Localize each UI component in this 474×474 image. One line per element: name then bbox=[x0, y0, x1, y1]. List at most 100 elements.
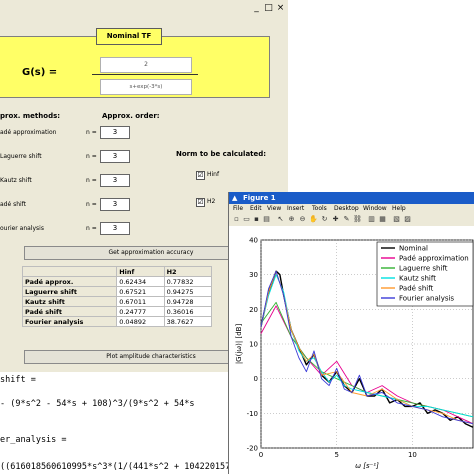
matlab-logo-icon: ▲ bbox=[232, 194, 238, 202]
table-cell[interactable]: 0.94728 bbox=[163, 296, 213, 307]
n-label: n = bbox=[86, 153, 97, 160]
data-cursor-icon[interactable]: ✚ bbox=[331, 215, 340, 224]
fraction-line bbox=[92, 74, 198, 75]
method-label-pade: adé approximation bbox=[0, 129, 57, 136]
y-tick-label: 0 bbox=[254, 375, 258, 383]
figure-canvas[interactable]: -20 -10 0 10 20 30 40 0 5 10 ω [s⁻¹] |G(jω)| [dB] No… bbox=[229, 226, 474, 474]
menu-help[interactable]: Help bbox=[392, 204, 406, 214]
close-button[interactable]: × bbox=[275, 3, 286, 13]
table-header-row: Hinf H2 bbox=[21, 266, 213, 277]
gui-titlebar: _ □ × bbox=[0, 0, 288, 16]
figure-titlebar[interactable]: ▲ Figure 1 bbox=[229, 192, 474, 204]
magnitude-chart[interactable]: -20 -10 0 10 20 30 40 0 5 10 ω [s⁻¹] |G(jω)| [dB] No… bbox=[229, 226, 474, 474]
zoom-in-icon[interactable]: ⊕ bbox=[287, 215, 296, 224]
method-label-laguerre: Laguerre shift bbox=[0, 153, 42, 160]
menu-file[interactable]: File bbox=[233, 204, 243, 214]
order-input-pade[interactable]: 3 bbox=[100, 126, 130, 139]
figure-toolbar: ▫ ▭ ▪ ▤ ↖ ⊕ ⊖ ✋ ↻ ✚ ✎ ⛓ ▥ ▦ ▧ ▨ bbox=[229, 214, 474, 226]
y-tick-label: -20 bbox=[247, 445, 258, 453]
menu-view[interactable]: View bbox=[267, 204, 281, 214]
tf-panel-title: Nominal TF bbox=[96, 28, 162, 45]
pointer-icon[interactable]: ↖ bbox=[276, 215, 285, 224]
rotate-icon[interactable]: ↻ bbox=[320, 215, 329, 224]
table-cell[interactable]: 0.77832 bbox=[163, 276, 213, 287]
norm-header: Norm to be calculated: bbox=[176, 150, 267, 158]
menu-desktop[interactable]: Desktop bbox=[334, 204, 359, 214]
table-cell[interactable]: 0.04892 bbox=[116, 316, 165, 327]
order-input-fourier[interactable]: 3 bbox=[100, 222, 130, 235]
figure-window: ▲ Figure 1 File Edit View Insert Tools D… bbox=[228, 192, 474, 474]
open-icon[interactable]: ▭ bbox=[242, 215, 251, 224]
menu-window[interactable]: Window bbox=[363, 204, 387, 214]
cmd-line: er_analysis = bbox=[0, 435, 67, 445]
legend-entry: Kautz shift bbox=[399, 275, 436, 283]
table-row: Padé shift 0.24777 0.36016 bbox=[21, 306, 213, 317]
method-label-pade-shift: adé shift bbox=[0, 201, 27, 208]
table-header-cell: Hinf bbox=[116, 266, 165, 277]
n-label: n = bbox=[86, 225, 97, 232]
denominator-input[interactable]: s+exp(-3*s) bbox=[100, 79, 192, 95]
methods-header: prox. methods: bbox=[0, 112, 61, 120]
legend-entry: Fourier analysis bbox=[399, 295, 454, 303]
n-label: n = bbox=[86, 201, 97, 208]
print-icon[interactable]: ▤ bbox=[262, 215, 271, 224]
table-header-cell bbox=[21, 266, 118, 277]
legend-entry: Padé shift bbox=[399, 285, 434, 293]
colorbar-icon[interactable]: ▥ bbox=[367, 215, 376, 224]
maximize-button[interactable]: □ bbox=[263, 3, 274, 13]
plot-tools-icon[interactable]: ▨ bbox=[403, 215, 412, 224]
h2-label: H2 bbox=[207, 198, 216, 205]
row-label: Padé shift bbox=[21, 306, 118, 317]
save-icon[interactable]: ▪ bbox=[252, 215, 261, 224]
cmd-line: shift = bbox=[0, 375, 36, 385]
table-cell[interactable]: 0.67011 bbox=[116, 296, 165, 307]
table-cell[interactable]: 0.67521 bbox=[116, 286, 165, 297]
numerator-input[interactable]: 2 bbox=[100, 57, 192, 73]
table-cell[interactable]: 0.62434 bbox=[116, 276, 165, 287]
legend-entry: Laguerre shift bbox=[399, 265, 448, 273]
n-label: n = bbox=[86, 177, 97, 184]
menu-tools[interactable]: Tools bbox=[312, 204, 327, 214]
x-tick-label: 5 bbox=[334, 451, 338, 459]
grid-icon[interactable]: ▧ bbox=[392, 215, 401, 224]
table-row: Kautz shift 0.67011 0.94728 bbox=[21, 296, 213, 307]
y-tick-label: 20 bbox=[249, 306, 258, 314]
link-icon[interactable]: ⛓ bbox=[353, 215, 362, 224]
gs-label: G(s) = bbox=[22, 67, 58, 78]
row-label: Laguerre shift bbox=[21, 286, 118, 297]
x-tick-label: 10 bbox=[408, 451, 417, 459]
y-tick-label: 30 bbox=[249, 271, 258, 279]
y-tick-label: 10 bbox=[249, 341, 258, 349]
x-axis-label: ω [s⁻¹] bbox=[355, 462, 379, 470]
table-cell[interactable]: 0.24777 bbox=[116, 306, 165, 317]
minimize-button[interactable]: _ bbox=[251, 3, 262, 13]
y-tick-label: -10 bbox=[247, 410, 258, 418]
hinf-checkbox[interactable]: ☑ bbox=[196, 171, 205, 180]
order-input-laguerre[interactable]: 3 bbox=[100, 150, 130, 163]
hinf-label: Hinf bbox=[207, 171, 220, 178]
order-header: Approx. order: bbox=[102, 112, 160, 120]
menu-edit[interactable]: Edit bbox=[250, 204, 262, 214]
table-cell[interactable]: 38.7627 bbox=[163, 316, 213, 327]
h2-checkbox[interactable]: ☑ bbox=[196, 198, 205, 207]
legend-entry: Padé approximation bbox=[399, 255, 469, 263]
table-header-cell: H2 bbox=[163, 266, 213, 277]
table-cell[interactable]: 0.36016 bbox=[163, 306, 213, 317]
menu-insert[interactable]: Insert bbox=[287, 204, 304, 214]
row-label: Fourier analysis bbox=[21, 316, 118, 327]
cmd-line: - (9*s^2 - 54*s + 108)^3/(9*s^2 + 54*s bbox=[0, 399, 195, 409]
new-icon[interactable]: ▫ bbox=[232, 215, 241, 224]
brush-icon[interactable]: ✎ bbox=[342, 215, 351, 224]
legend-icon[interactable]: ▦ bbox=[378, 215, 387, 224]
order-input-kautz[interactable]: 3 bbox=[100, 174, 130, 187]
pan-icon[interactable]: ✋ bbox=[309, 215, 318, 224]
table-row: Laguerre shift 0.67521 0.94275 bbox=[21, 286, 213, 297]
method-label-kautz: Kautz shift bbox=[0, 177, 32, 184]
figure-menubar: File Edit View Insert Tools Desktop Wind… bbox=[229, 204, 474, 214]
zoom-out-icon[interactable]: ⊖ bbox=[298, 215, 307, 224]
table-row: Padé approx. 0.62434 0.77832 bbox=[21, 276, 213, 287]
table-cell[interactable]: 0.94275 bbox=[163, 286, 213, 297]
table-row: Fourier analysis 0.04892 38.7627 bbox=[21, 316, 213, 327]
legend-entry: Nominal bbox=[399, 245, 428, 253]
order-input-pade-shift[interactable]: 3 bbox=[100, 198, 130, 211]
